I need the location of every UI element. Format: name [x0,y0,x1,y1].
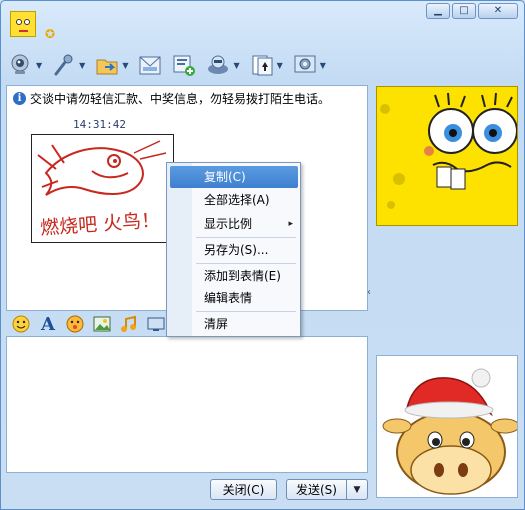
settings-tool[interactable]: ▼ [293,53,326,77]
send-button[interactable]: 发送(S) [286,479,347,500]
contact-avatar[interactable] [10,11,36,37]
screenshot-button[interactable] [145,314,167,334]
send-image-button[interactable] [91,314,113,334]
music-button[interactable] [118,314,140,334]
magic-face-icon [66,315,84,333]
avatar-eye [24,19,30,25]
menu-separator [196,237,296,238]
chevron-down-icon[interactable]: ▼ [233,61,239,70]
mail-tool[interactable] [138,53,162,77]
font-icon: A [41,313,55,335]
window-controls: ▁ □ ✕ [426,3,518,19]
menu-item-zoom[interactable]: 显示比例 ▸ [168,213,299,235]
title-bar: ✪ ▁ □ ✕ [1,1,524,47]
menu-item-save-as[interactable]: 另存为(S)... [168,239,299,261]
message-time: 14:31:42 [73,118,126,131]
menu-separator [196,263,296,264]
info-icon: i [13,92,26,105]
app-icon [206,53,230,77]
sender-name-blurred [13,120,65,130]
maximize-button[interactable]: □ [452,3,476,19]
avatar-mouth [19,29,28,32]
menu-item-edit-emoticon[interactable]: 编辑表情 [168,287,299,309]
sidebar-collapse-button[interactable]: ‹ [367,287,371,298]
mail-icon [138,53,162,77]
submenu-arrow-icon: ▸ [288,219,293,229]
font-button[interactable]: A [37,313,59,335]
webcam-icon [9,53,33,77]
chevron-down-icon[interactable]: ▼ [79,61,85,70]
message-input[interactable] [6,336,368,473]
star-icon: ✪ [45,27,56,41]
menu-item-add-emoticon[interactable]: 添加到表情(E) [168,265,299,287]
cow-mascot [377,356,517,497]
image-icon [93,316,111,332]
send-options-dropdown[interactable]: ▼ [346,479,368,500]
screenshot-icon [147,317,165,331]
app-tool[interactable]: ▼ [206,53,240,77]
sms-tool[interactable] [172,53,196,77]
game-icon [250,53,274,77]
close-button[interactable]: 关闭(C) [210,479,277,500]
settings-icon [293,53,317,77]
avatar-eye [16,19,22,25]
spongebob-face [377,87,517,225]
sms-icon [172,53,196,77]
minimize-button[interactable]: ▁ [426,3,450,19]
sticker-image[interactable]: 燃烧吧 火鸟！ [31,134,174,243]
smiley-icon [12,315,30,333]
voice-tool[interactable]: ▼ [52,53,85,77]
file-transfer-tool[interactable]: ▼ [95,53,128,77]
contact-display-picture[interactable] [376,86,518,226]
chevron-down-icon[interactable]: ▼ [36,61,42,70]
chevron-down-icon[interactable]: ▼ [122,61,128,70]
webcam-tool[interactable]: ▼ [9,53,42,77]
game-tool[interactable]: ▼ [250,53,283,77]
file-transfer-icon [95,53,119,77]
security-notice-text: 交谈中请勿轻信汇款、中奖信息，勿轻易拨打陌生电话。 [30,92,331,106]
menu-item-clear-screen[interactable]: 清屏 [168,313,299,335]
microphone-icon [52,53,76,77]
menu-item-select-all[interactable]: 全部选择(A) [168,189,299,211]
emoticon-button[interactable] [10,314,32,334]
chat-window: ✪ ▁ □ ✕ ▼ ▼ ▼ ▼ ▼ ▼ i 交谈中请勿轻信汇款、中奖信息，勿轻易… [0,0,525,510]
chevron-down-icon[interactable]: ▼ [320,61,326,70]
contact-name-blurred [43,10,161,24]
my-display-picture[interactable] [376,355,518,498]
menu-separator [196,311,296,312]
music-icon [121,315,136,332]
chevron-down-icon[interactable]: ▼ [277,61,283,70]
chat-toolbar: ▼ ▼ ▼ ▼ ▼ ▼ [9,49,336,81]
close-window-button[interactable]: ✕ [478,3,518,19]
context-menu: 复制(C) 全部选择(A) 显示比例 ▸ 另存为(S)... 添加到表情(E) … [166,162,301,337]
security-notice: i 交谈中请勿轻信汇款、中奖信息，勿轻易拨打陌生电话。 [13,90,330,107]
menu-item-zoom-label: 显示比例 [204,217,253,231]
menu-item-copy[interactable]: 复制(C) [170,166,298,188]
magic-emoticon-button[interactable] [64,314,86,334]
